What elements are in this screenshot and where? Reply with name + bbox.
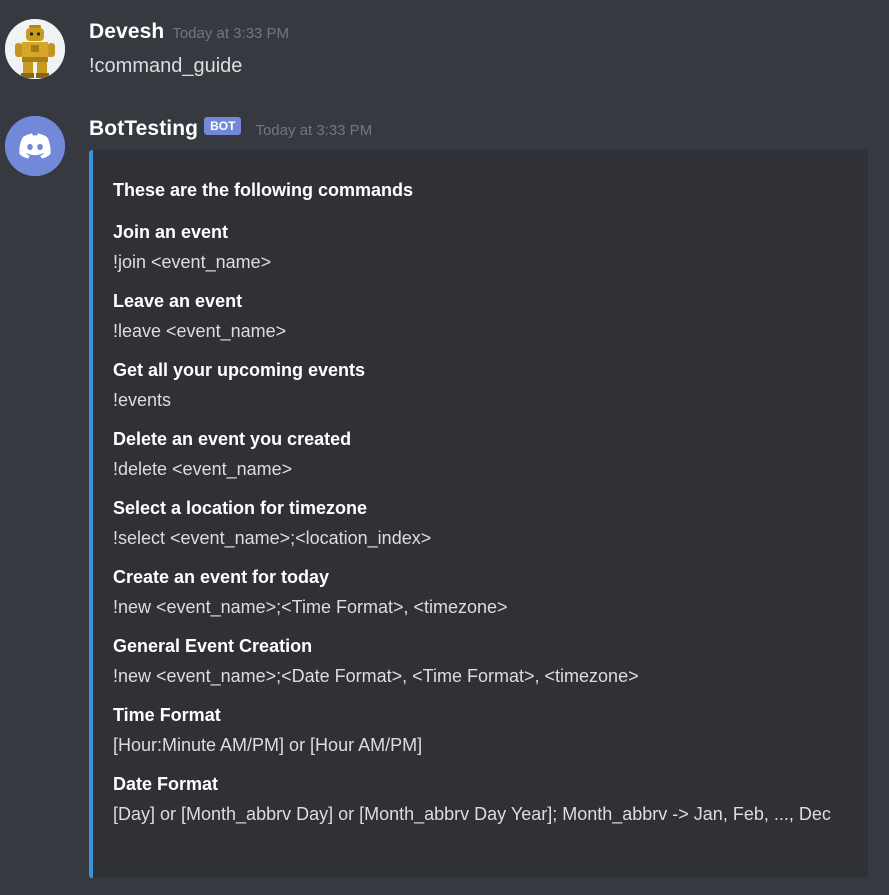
field-value: !select <event_name>;<location_index>	[113, 528, 432, 548]
embed-title: These are the following commands	[113, 180, 414, 200]
timestamp: Today at 3:33 PM	[255, 122, 373, 139]
field-value: !join <event_name>	[113, 252, 272, 272]
field-name: Join an event	[113, 222, 229, 242]
command-guide-embed: These are the following commands Join an…	[89, 150, 868, 878]
field-value: !new <event_name>;<Time Format>, <timezo…	[113, 597, 508, 617]
field-name: Delete an event you created	[113, 429, 352, 449]
bot-badge: BOT	[204, 117, 242, 135]
bot-avatar[interactable]	[5, 116, 65, 176]
username[interactable]: BotTesting	[89, 117, 198, 140]
field-value: !delete <event_name>	[113, 459, 293, 479]
message-content: !command_guide	[89, 55, 243, 77]
username[interactable]: Devesh	[89, 20, 164, 43]
lego-figure-avatar-icon	[5, 19, 65, 79]
field-value: [Day] or [Month_abbrv Day] or [Month_abb…	[113, 804, 831, 824]
field-value: !leave <event_name>	[113, 321, 287, 341]
field-value: !events	[113, 390, 172, 410]
timestamp: Today at 3:33 PM	[172, 25, 290, 42]
field-value: [Hour:Minute AM/PM] or [Hour AM/PM]	[113, 735, 423, 755]
field-name: Date Format	[113, 774, 219, 794]
field-name: Select a location for timezone	[113, 498, 368, 518]
field-name: General Event Creation	[113, 636, 313, 656]
field-name: Create an event for today	[113, 567, 330, 587]
discord-logo-icon	[5, 116, 65, 176]
user-avatar[interactable]	[5, 19, 65, 79]
field-value: !new <event_name>;<Date Format>, <Time F…	[113, 666, 639, 686]
field-name: Time Format	[113, 705, 221, 725]
field-name: Leave an event	[113, 291, 243, 311]
field-name: Get all your upcoming events	[113, 360, 366, 380]
